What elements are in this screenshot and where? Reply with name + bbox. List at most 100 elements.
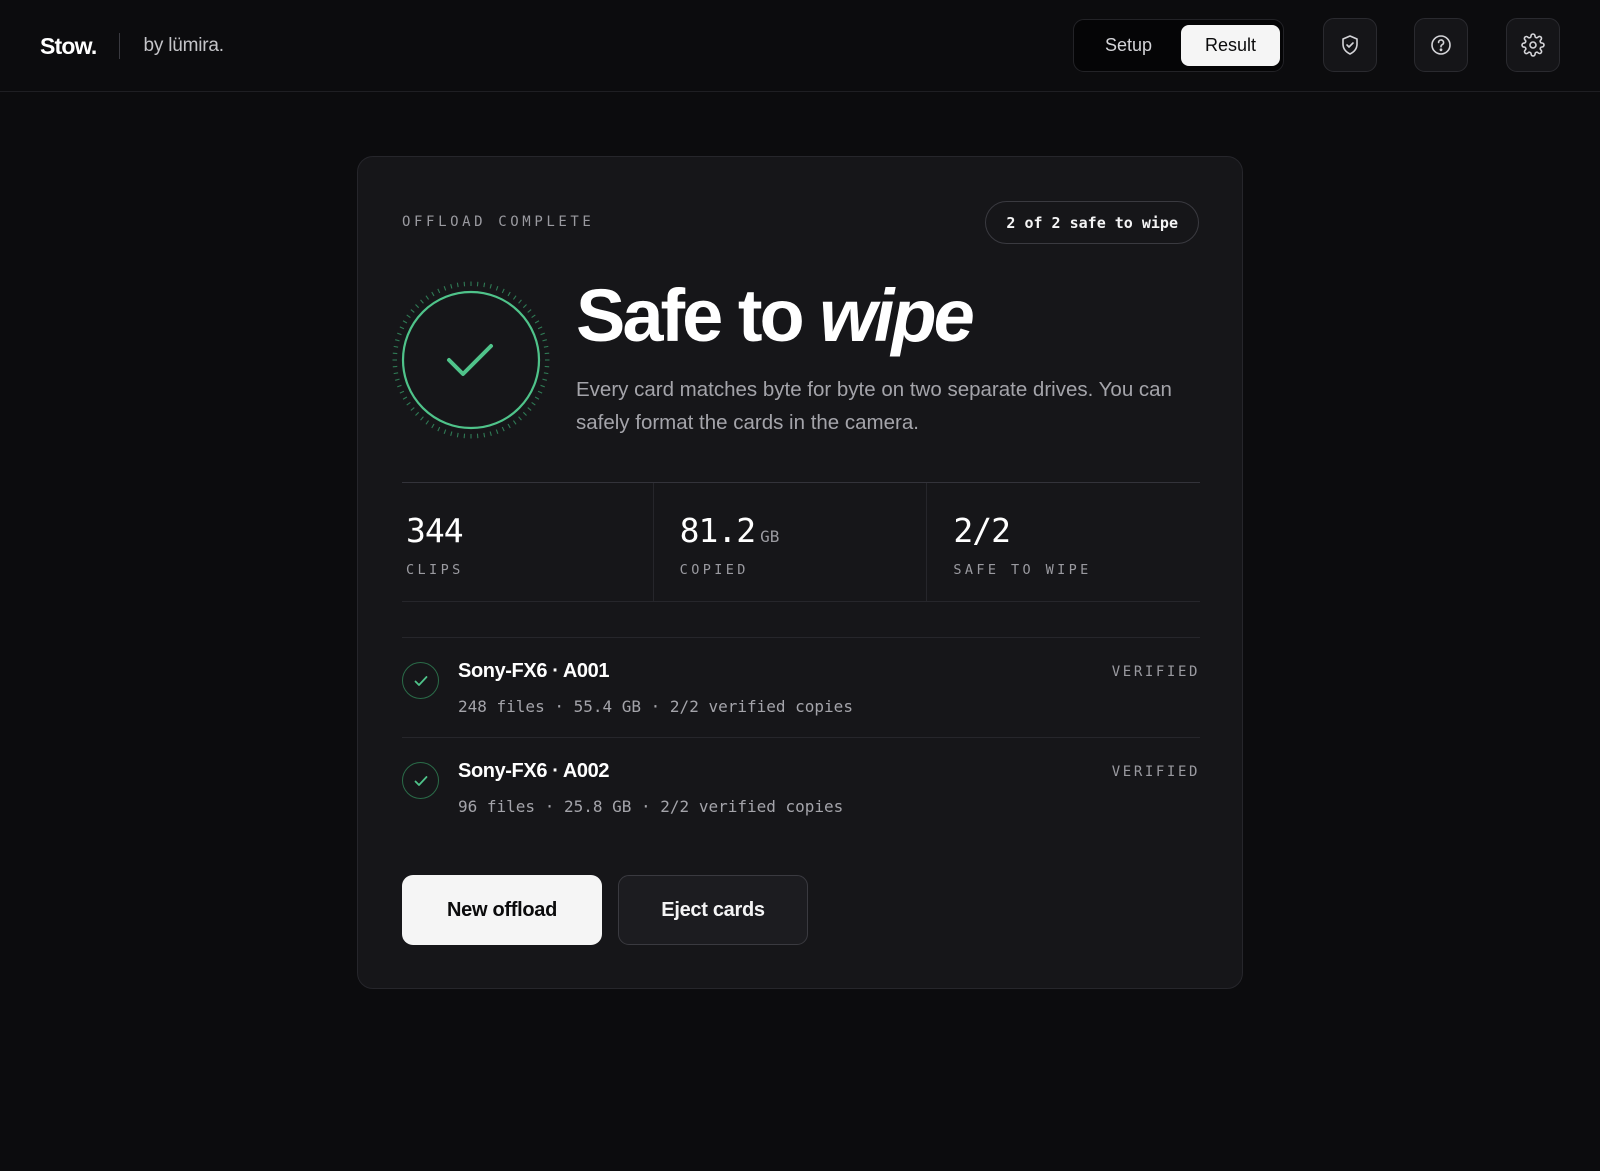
view-switcher: Setup Result (1073, 19, 1284, 72)
ring-tick (420, 416, 424, 421)
check-circle-icon (402, 762, 439, 799)
ring-tick (483, 282, 486, 288)
result-headline: Safe to wipe (576, 274, 975, 357)
ring-tick (437, 426, 441, 432)
ring-tick (415, 411, 420, 416)
check-circle-icon (402, 662, 439, 699)
headline-emphasis: wipe (819, 274, 974, 357)
ring-tick (531, 314, 536, 319)
shield-check-icon (1342, 35, 1358, 55)
ring-tick (406, 401, 411, 406)
top-bar: Stow. by lümira. Setup Result (0, 0, 1600, 92)
ring-tick (437, 288, 441, 294)
ring-tick (443, 286, 447, 291)
tab-result[interactable]: Result (1181, 25, 1280, 66)
new-offload-button[interactable]: New offload (402, 875, 602, 945)
ring-tick (531, 401, 536, 406)
ring-tick (489, 431, 492, 436)
checkmark-icon (447, 344, 493, 376)
ring-tick (397, 384, 402, 388)
ring-tick (456, 432, 459, 438)
headline-main: Safe to (576, 274, 820, 357)
stat-value: 2/2 (953, 511, 1011, 550)
ring-tick (534, 396, 540, 400)
ring-tick (501, 288, 505, 294)
ring-tick (443, 429, 447, 434)
stat-unit: GB (760, 527, 780, 546)
success-indicator (391, 280, 551, 440)
ring-tick (512, 420, 517, 425)
card-name: Sony-FX6 · A001 (458, 660, 610, 682)
stat-label: COPIED (679, 562, 749, 578)
stat-value: 344 (406, 511, 464, 550)
stats-row: 344 CLIPS 81.2 GB COPIED 2/2 SAFE TO WIPE (402, 482, 1200, 602)
ring-tick (495, 429, 499, 434)
tab-setup[interactable]: Setup (1078, 25, 1179, 66)
security-button[interactable] (1323, 18, 1377, 72)
ring-tick (527, 407, 532, 411)
ring-tick (393, 345, 399, 348)
safe-count-badge: 2 of 2 safe to wipe (985, 201, 1199, 244)
card-name: Sony-FX6 · A002 (458, 760, 610, 782)
ring-tick (512, 295, 517, 300)
ring-tick (540, 332, 545, 336)
stat-value: 81.2 GB (679, 511, 780, 550)
card-meta: 248 files · 55.4 GB · 2/2 verified copie… (458, 697, 853, 716)
ring-tick (501, 426, 505, 432)
ring-tick (507, 423, 511, 429)
ring-tick (542, 378, 547, 381)
ring-tick (393, 372, 399, 375)
status-badge: VERIFIED (1111, 664, 1200, 680)
ring-tick (537, 326, 543, 330)
ring-tick (522, 411, 527, 416)
ring-tick (483, 432, 486, 438)
ring-tick (415, 304, 420, 309)
ring-tick (395, 378, 400, 381)
ring-tick (402, 396, 408, 400)
stat-safe-to-wipe: 2/2 SAFE TO WIPE (927, 483, 1200, 601)
ring-tick (406, 314, 411, 319)
brand-divider (119, 33, 121, 59)
result-description: Every card matches byte for byte on two … (576, 378, 1172, 434)
list-item[interactable]: Sony-FX6 · A002 96 files · 25.8 GB · 2/2… (402, 738, 1200, 838)
ring-tick (450, 431, 453, 436)
app-logo[interactable]: Stow. (40, 33, 97, 60)
ring-tick (495, 286, 499, 291)
settings-button[interactable] (1506, 18, 1560, 72)
ring-tick (431, 423, 435, 429)
ring-tick (450, 284, 453, 289)
eject-cards-button[interactable]: Eject cards (618, 875, 808, 945)
ring-tick (399, 326, 405, 330)
ring-tick (456, 282, 459, 288)
ring-tick (542, 339, 547, 342)
list-item[interactable]: Sony-FX6 · A001 248 files · 55.4 GB · 2/… (402, 638, 1200, 738)
help-button[interactable] (1414, 18, 1468, 72)
company-byline: by lümira. (143, 35, 224, 56)
result-card: OFFLOAD COMPLETE 2 of 2 safe to wipe Saf… (357, 156, 1243, 989)
help-circle-icon (1431, 35, 1451, 55)
ring-tick (395, 339, 400, 342)
ring-tick (543, 345, 549, 348)
ring-tick (537, 390, 543, 394)
ring-tick (431, 291, 435, 297)
stat-label: CLIPS (406, 562, 464, 578)
brand: Stow. by lümira. (40, 0, 224, 92)
ring-tick (410, 309, 415, 313)
ring-tick (420, 299, 424, 304)
status-eyebrow: OFFLOAD COMPLETE (402, 214, 595, 230)
ring-tick (540, 384, 545, 388)
stat-clips: 344 CLIPS (402, 483, 654, 601)
ring-tick (543, 372, 549, 375)
ring-tick (402, 320, 408, 324)
card-list: Sony-FX6 · A001 248 files · 55.4 GB · 2/… (402, 637, 1200, 838)
ring-tick (425, 420, 430, 425)
ring-tick (507, 291, 511, 297)
gear-icon (1521, 33, 1545, 57)
ring-tick (527, 309, 532, 313)
ring-tick (425, 295, 430, 300)
card-meta: 96 files · 25.8 GB · 2/2 verified copies (458, 797, 844, 816)
ring-tick (410, 407, 415, 411)
ring-tick (489, 284, 492, 289)
ring-tick (534, 320, 540, 324)
ring-tick (518, 299, 522, 304)
